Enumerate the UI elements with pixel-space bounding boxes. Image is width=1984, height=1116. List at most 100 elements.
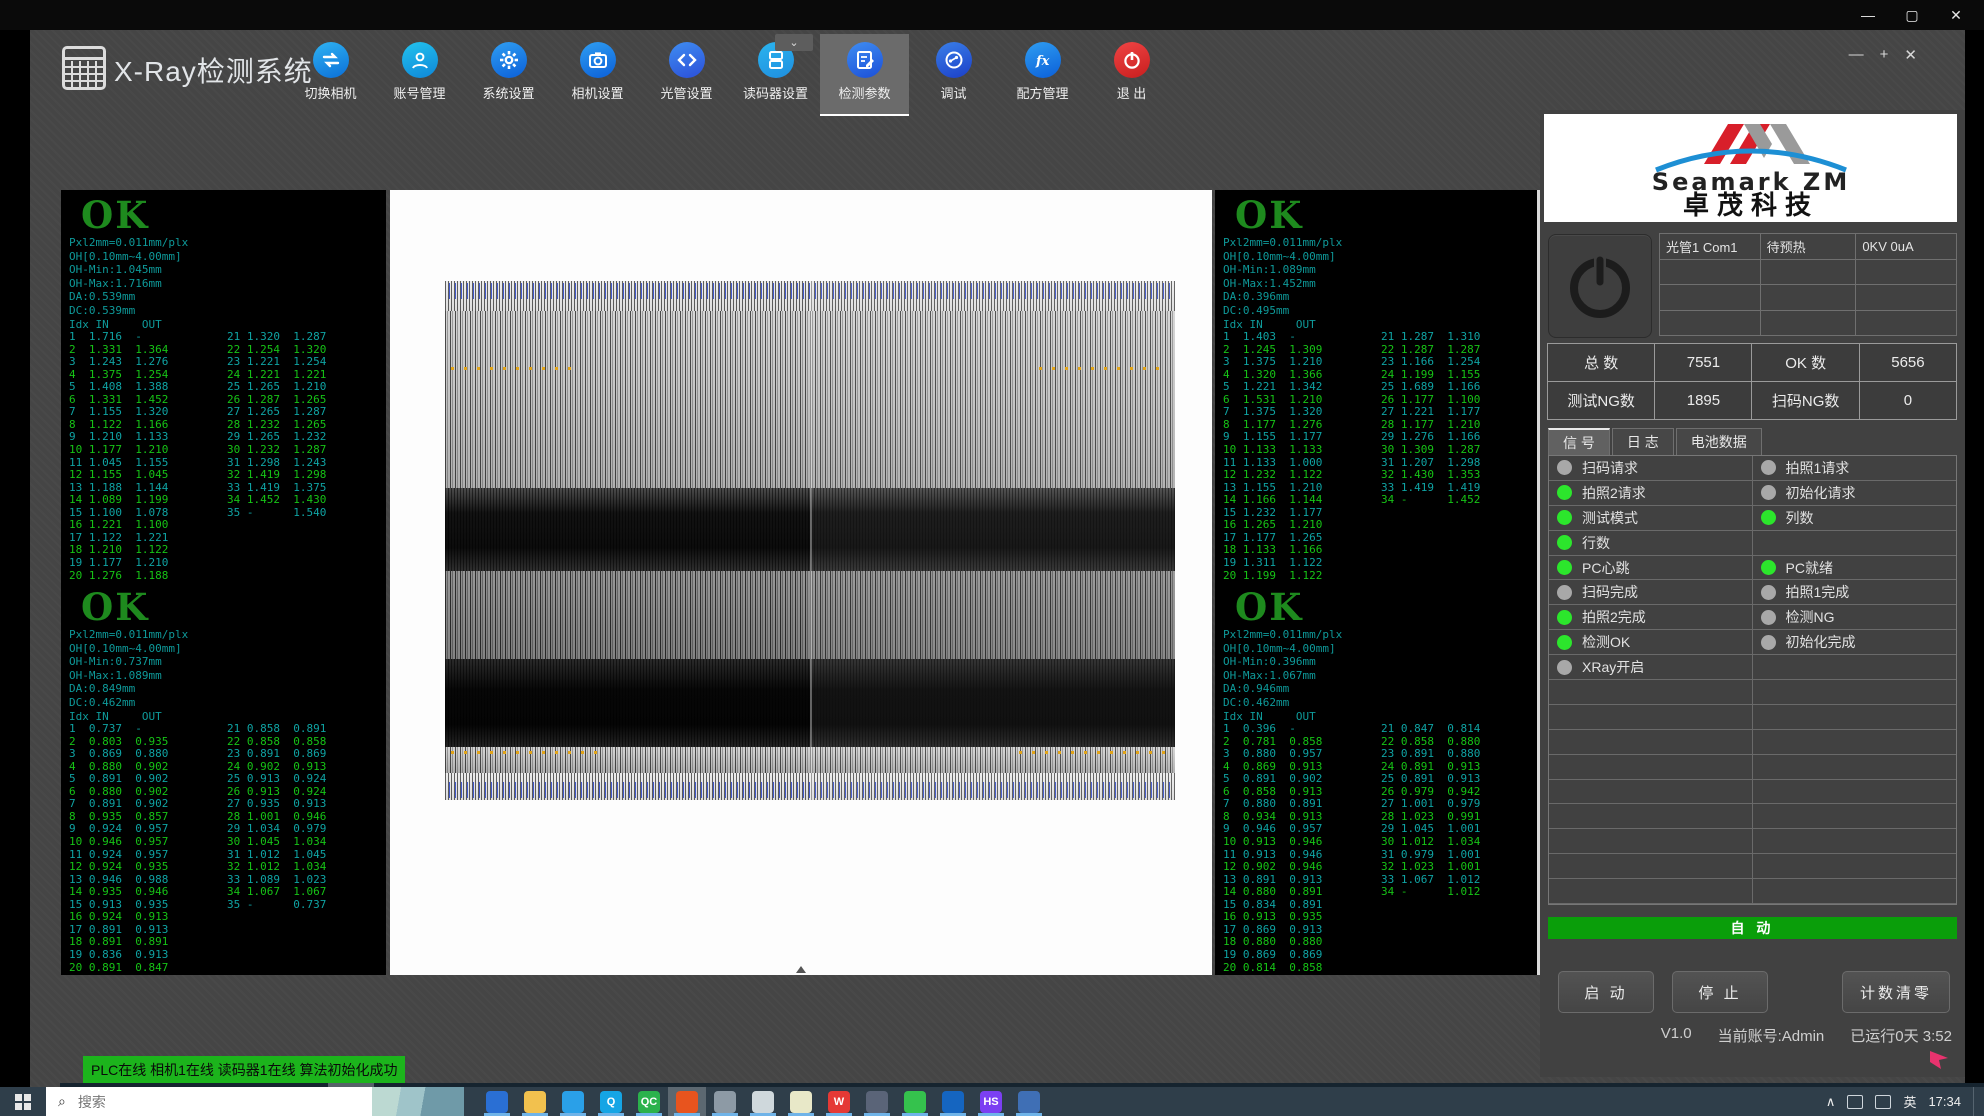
left-measure-panel: OKPxl2mm=0.011mm/plxOH[0.10mm~4.00mm]OH-… — [61, 190, 386, 975]
feishu-icon[interactable] — [554, 1087, 592, 1116]
show-desktop-button[interactable] — [1973, 1087, 1980, 1116]
screen: — ▢ ✕ X-Ray检测系统 切换相机账号管理系统设置相机设置光管设置读码器设… — [0, 0, 1984, 1116]
mesh-tool-icon — [866, 1091, 888, 1113]
measure-row: 30 1.045 1.034 — [227, 836, 385, 849]
measure-row: 35 - 1.540 — [227, 507, 385, 520]
measure-info-line: OH-Max:1.089mm — [69, 669, 386, 683]
measure-row: 3 0.880 0.957 — [1223, 748, 1381, 761]
measure-row: 23 0.891 0.869 — [227, 748, 385, 761]
notepad-icon[interactable] — [744, 1087, 782, 1116]
toolbar-item-检测参数[interactable]: 检测参数 — [820, 34, 909, 116]
xray-remote-icon[interactable] — [668, 1087, 706, 1116]
host-clock[interactable]: 17:34 — [1928, 1094, 1961, 1109]
app-window: X-Ray检测系统 切换相机账号管理系统设置相机设置光管设置读码器设置检测参数调… — [30, 30, 1965, 1087]
measure-row: 25 1.265 1.210 — [227, 381, 385, 394]
signal-item: XRay开启 — [1549, 655, 1753, 680]
toolbar-item-系统设置[interactable]: 系统设置 — [464, 34, 553, 114]
monitor-icon[interactable] — [706, 1087, 744, 1116]
volume-icon[interactable] — [1875, 1095, 1891, 1109]
measure-row: 14 0.880 0.891 — [1223, 886, 1381, 899]
measure-row: 12 1.155 1.045 — [69, 469, 227, 482]
result-status: OK — [1223, 194, 1540, 236]
toolbar-item-光管设置[interactable]: 光管设置 — [642, 34, 731, 114]
panel-app-icon[interactable] — [1010, 1087, 1048, 1116]
uptime-label: 已运行0天 3:52 — [1850, 1025, 1952, 1046]
signal-label: 测试模式 — [1582, 508, 1638, 528]
measure-row: 19 0.869 0.869 — [1223, 949, 1381, 962]
input-language-indicator[interactable]: 英 — [1903, 1092, 1916, 1111]
measure-section-bottom-left: OKPxl2mm=0.011mm/plxOH[0.10mm~4.00mm]OH-… — [61, 582, 386, 974]
toolbar-item-配方管理[interactable]: fx配方管理 — [998, 34, 1087, 114]
wps-icon[interactable]: W — [820, 1087, 858, 1116]
folder-icon — [524, 1091, 546, 1113]
app-minimize-button[interactable]: — — [1849, 46, 1864, 64]
tab-电池数据[interactable]: 电池数据 — [1676, 428, 1762, 455]
led-off-icon — [1557, 585, 1572, 600]
mode-banner: 自 动 — [1548, 917, 1957, 939]
led-off-icon — [1761, 610, 1776, 625]
measure-col-2: 21 0.847 0.81422 0.858 0.88023 0.891 0.8… — [1381, 711, 1539, 974]
led-on-icon — [1557, 485, 1572, 500]
debug-nodes-icon — [936, 42, 972, 78]
measure-col-2: 21 0.858 0.89122 0.858 0.85823 0.891 0.8… — [227, 711, 385, 974]
host-close-button[interactable]: ✕ — [1934, 2, 1978, 28]
toolbar-item-切换相机[interactable]: 切换相机 — [286, 34, 375, 114]
toolbar-chevron-button[interactable]: ⌄ — [775, 34, 813, 51]
toolbar-item-调试[interactable]: 调试 — [909, 34, 998, 114]
tube-empty-cell — [1659, 284, 1761, 311]
stop-button[interactable]: 停 止 — [1672, 971, 1768, 1013]
tray-icon[interactable] — [1847, 1095, 1863, 1109]
gear-icon — [491, 42, 527, 78]
tab-日志[interactable]: 日 志 — [1612, 428, 1674, 455]
start-button[interactable] — [0, 1087, 46, 1116]
signal-label: 行数 — [1582, 533, 1610, 553]
tray-chevron-icon[interactable]: ∧ — [1826, 1094, 1836, 1110]
led-off-icon — [1761, 460, 1776, 475]
toolbar-item-相机设置[interactable]: 相机设置 — [553, 34, 642, 114]
toolbar-item-label: 切换相机 — [304, 83, 356, 102]
device-status-bar: PLC在线 相机1在线 读码器1在线 算法初始化成功 — [83, 1056, 405, 1084]
weather-widget[interactable] — [372, 1087, 464, 1116]
scan-seam — [810, 281, 812, 800]
search-input[interactable] — [76, 1093, 330, 1111]
measure-col-2: 21 1.287 1.31022 1.287 1.28723 1.166 1.2… — [1381, 319, 1539, 582]
measure-info-line: OH[0.10mm~4.00mm] — [1223, 250, 1540, 264]
notes-icon[interactable] — [782, 1087, 820, 1116]
qc-icon[interactable]: QC — [630, 1087, 668, 1116]
center-marker — [796, 966, 806, 973]
app-close-button[interactable]: ✕ — [1904, 46, 1917, 64]
blue-app-icon — [942, 1091, 964, 1113]
control-panel: Seamark ZM 卓茂科技 光管1 Com1 待预热 0KV 0uA 总 数… — [1540, 110, 1965, 1077]
measure-row: 30 1.012 1.034 — [1381, 836, 1539, 849]
measure-info-line: OH-Min:1.089mm — [1223, 263, 1540, 277]
toolbar-item-账号管理[interactable]: 账号管理 — [375, 34, 464, 114]
mesh-tool-icon[interactable] — [858, 1087, 896, 1116]
clear-count-button[interactable]: 计数清零 — [1842, 971, 1950, 1013]
fx-formula-icon: fx — [1025, 42, 1061, 78]
signal-item: 测试模式 — [1549, 506, 1753, 531]
signal-label: 扫码请求 — [1582, 458, 1638, 478]
app-restore-button[interactable]: + — [1880, 46, 1889, 64]
hs-icon[interactable]: HS — [972, 1087, 1010, 1116]
start-button[interactable]: 启 动 — [1558, 971, 1654, 1013]
folder-icon[interactable] — [516, 1087, 554, 1116]
toolbar-item-退 出[interactable]: 退 出 — [1087, 34, 1176, 114]
swap-camera-icon — [313, 42, 349, 78]
host-maximize-button[interactable]: ▢ — [1890, 2, 1934, 28]
tab-信号[interactable]: 信 号 — [1548, 428, 1610, 455]
tim-icon[interactable] — [478, 1087, 516, 1116]
led-off-icon — [1761, 485, 1776, 500]
tube-empty-cell — [1855, 284, 1957, 311]
blue-app-icon[interactable] — [934, 1087, 972, 1116]
host-minimize-button[interactable]: — — [1846, 2, 1890, 28]
tube-empty-cell — [1855, 259, 1957, 286]
taskbar-search[interactable]: ⌕ — [46, 1087, 464, 1116]
signal-label: PC就绪 — [1786, 558, 1833, 578]
xray-power-button[interactable] — [1548, 234, 1652, 338]
wechat-icon[interactable] — [896, 1087, 934, 1116]
measure-info-line: DA:0.539mm — [69, 290, 386, 304]
notification-flag-icon[interactable] — [1927, 1048, 1951, 1072]
qq-icon[interactable]: Q — [592, 1087, 630, 1116]
measure-info-line: DC:0.495mm — [1223, 304, 1540, 318]
measure-row: 12 1.232 1.122 — [1223, 469, 1381, 482]
